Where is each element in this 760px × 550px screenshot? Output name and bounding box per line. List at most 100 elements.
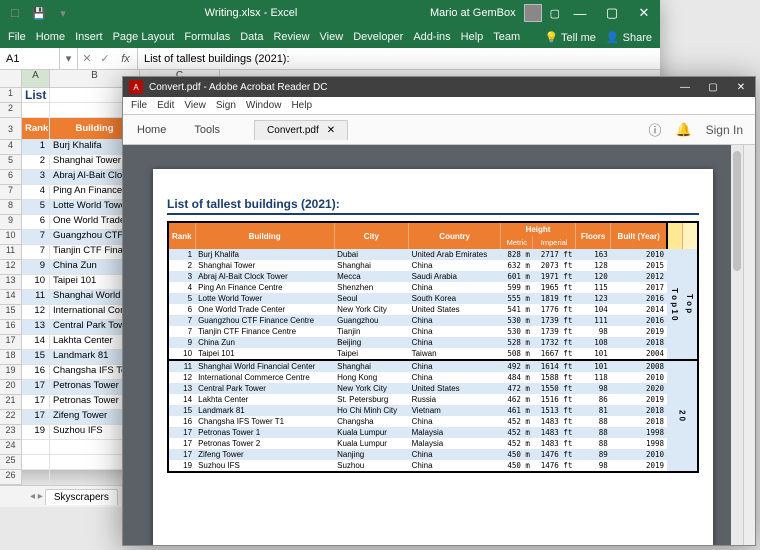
row-header[interactable]: 5 (0, 155, 22, 170)
table-row[interactable]: 12 (22, 305, 50, 320)
name-box-dropdown[interactable]: ▾ (60, 48, 78, 69)
enter-icon[interactable]: ✓ (96, 52, 114, 65)
sheet-tab-active[interactable]: Skyscrapers (45, 489, 118, 505)
row-header[interactable]: 2 (0, 103, 22, 118)
row-header[interactable]: 18 (0, 350, 22, 365)
row-header[interactable]: 19 (0, 365, 22, 380)
cell[interactable] (22, 103, 50, 118)
ribbon-tab-team[interactable]: Team (493, 31, 520, 43)
cancel-icon[interactable]: ✕ (78, 52, 96, 65)
select-all-corner[interactable] (0, 70, 22, 88)
table-row[interactable]: 5 (22, 200, 50, 215)
cell[interactable] (22, 470, 50, 485)
cell[interactable] (22, 455, 50, 470)
ribbon-tab-add-ins[interactable]: Add-ins (413, 31, 450, 43)
scrollbar-thumb[interactable] (733, 151, 741, 271)
maximize-button[interactable]: ▢ (699, 82, 727, 93)
row-header[interactable]: 11 (0, 245, 22, 260)
row-header[interactable]: 15 (0, 305, 22, 320)
table-row[interactable]: 19 (22, 425, 50, 440)
table-row[interactable]: 6 (22, 215, 50, 230)
row-header[interactable]: 1 (0, 88, 22, 103)
table-row[interactable]: 16 (22, 365, 50, 380)
tell-me[interactable]: 💡 Tell me (544, 31, 595, 44)
table-row[interactable]: 17 (22, 395, 50, 410)
row-header[interactable]: 25 (0, 455, 22, 470)
close-button[interactable]: ✕ (727, 82, 755, 93)
ribbon-tab-review[interactable]: Review (273, 31, 309, 43)
column-header[interactable]: A (22, 70, 50, 87)
table-row[interactable]: 17 (22, 410, 50, 425)
notification-icon[interactable]: 🔔 (675, 122, 691, 138)
table-row[interactable]: 14 (22, 335, 50, 350)
name-box[interactable]: A1 (0, 48, 60, 69)
row-header[interactable]: 4 (0, 140, 22, 155)
table-row[interactable]: 3 (22, 170, 50, 185)
row-header[interactable]: 22 (0, 410, 22, 425)
row-header[interactable]: 16 (0, 320, 22, 335)
ribbon-tab-home[interactable]: Home (36, 31, 65, 43)
row-header[interactable]: 6 (0, 170, 22, 185)
ribbon-tab-formulas[interactable]: Formulas (184, 31, 230, 43)
ribbon-tab-view[interactable]: View (320, 31, 344, 43)
sheet-nav-icon[interactable]: ◂ ▸ (30, 491, 43, 502)
row-header[interactable]: 8 (0, 200, 22, 215)
minimize-button[interactable]: — (671, 82, 699, 93)
row-header[interactable]: 21 (0, 395, 22, 410)
table-row[interactable]: 1 (22, 140, 50, 155)
table-row[interactable]: 7 (22, 245, 50, 260)
row-header[interactable]: 20 (0, 380, 22, 395)
row-header[interactable]: 17 (0, 335, 22, 350)
row-header[interactable]: 14 (0, 290, 22, 305)
table-row[interactable]: 13 (22, 320, 50, 335)
table-row[interactable]: 7 (22, 230, 50, 245)
menu-help[interactable]: Help (291, 100, 312, 111)
home-tab[interactable]: Home (123, 115, 180, 144)
table-row[interactable]: 11 (22, 290, 50, 305)
row-header[interactable]: 9 (0, 215, 22, 230)
scrollbar[interactable] (731, 145, 743, 545)
row-header[interactable]: 7 (0, 185, 22, 200)
title-cell[interactable]: List of tallest buildings (2021): (22, 88, 50, 103)
share-button[interactable]: 👤 Share (606, 31, 652, 44)
menu-window[interactable]: Window (246, 100, 282, 111)
ribbon-tab-data[interactable]: Data (240, 31, 263, 43)
row-header[interactable]: 23 (0, 425, 22, 440)
table-row[interactable]: 2 (22, 155, 50, 170)
close-button[interactable]: ✕ (632, 5, 656, 21)
document-tab[interactable]: Convert.pdf ✕ (254, 120, 348, 140)
tools-tab[interactable]: Tools (180, 115, 234, 144)
avatar[interactable] (524, 4, 542, 22)
row-header[interactable]: 24 (0, 440, 22, 455)
table-row[interactable]: 9 (22, 260, 50, 275)
close-tab-icon[interactable]: ✕ (327, 125, 335, 136)
dropdown-icon[interactable]: ▾ (54, 7, 72, 20)
row-header[interactable]: 10 (0, 230, 22, 245)
table-row[interactable]: 17 (22, 380, 50, 395)
row-header[interactable]: 13 (0, 275, 22, 290)
table-row[interactable]: 4 (22, 185, 50, 200)
menu-edit[interactable]: Edit (157, 100, 174, 111)
formula-input[interactable]: List of tallest buildings (2021): (138, 53, 660, 65)
cell[interactable] (22, 440, 50, 455)
ribbon-tab-insert[interactable]: Insert (75, 31, 103, 43)
fx-icon[interactable]: fx (114, 48, 138, 69)
maximize-button[interactable]: ▢ (600, 5, 624, 21)
ribbon-tab-help[interactable]: Help (461, 31, 484, 43)
menu-sign[interactable]: Sign (216, 100, 236, 111)
acrobat-viewport[interactable]: List of tallest buildings (2021): RankBu… (123, 145, 743, 545)
table-row[interactable]: 10 (22, 275, 50, 290)
ribbon-tab-file[interactable]: File (8, 31, 26, 43)
ribbon-tab-developer[interactable]: Developer (353, 31, 403, 43)
acrobat-sidepanel[interactable] (743, 145, 755, 545)
menu-view[interactable]: View (184, 100, 206, 111)
row-header[interactable]: 26 (0, 470, 22, 485)
table-row[interactable]: 15 (22, 350, 50, 365)
menu-file[interactable]: File (131, 100, 147, 111)
row-header[interactable]: 12 (0, 260, 22, 275)
ribbon-mode-icon[interactable]: ▢ (550, 7, 560, 20)
signin-button[interactable]: Sign In (706, 123, 743, 137)
minimize-button[interactable]: — (568, 6, 592, 21)
help-icon[interactable]: ⓘ (648, 120, 661, 139)
ribbon-tab-page-layout[interactable]: Page Layout (113, 31, 175, 43)
